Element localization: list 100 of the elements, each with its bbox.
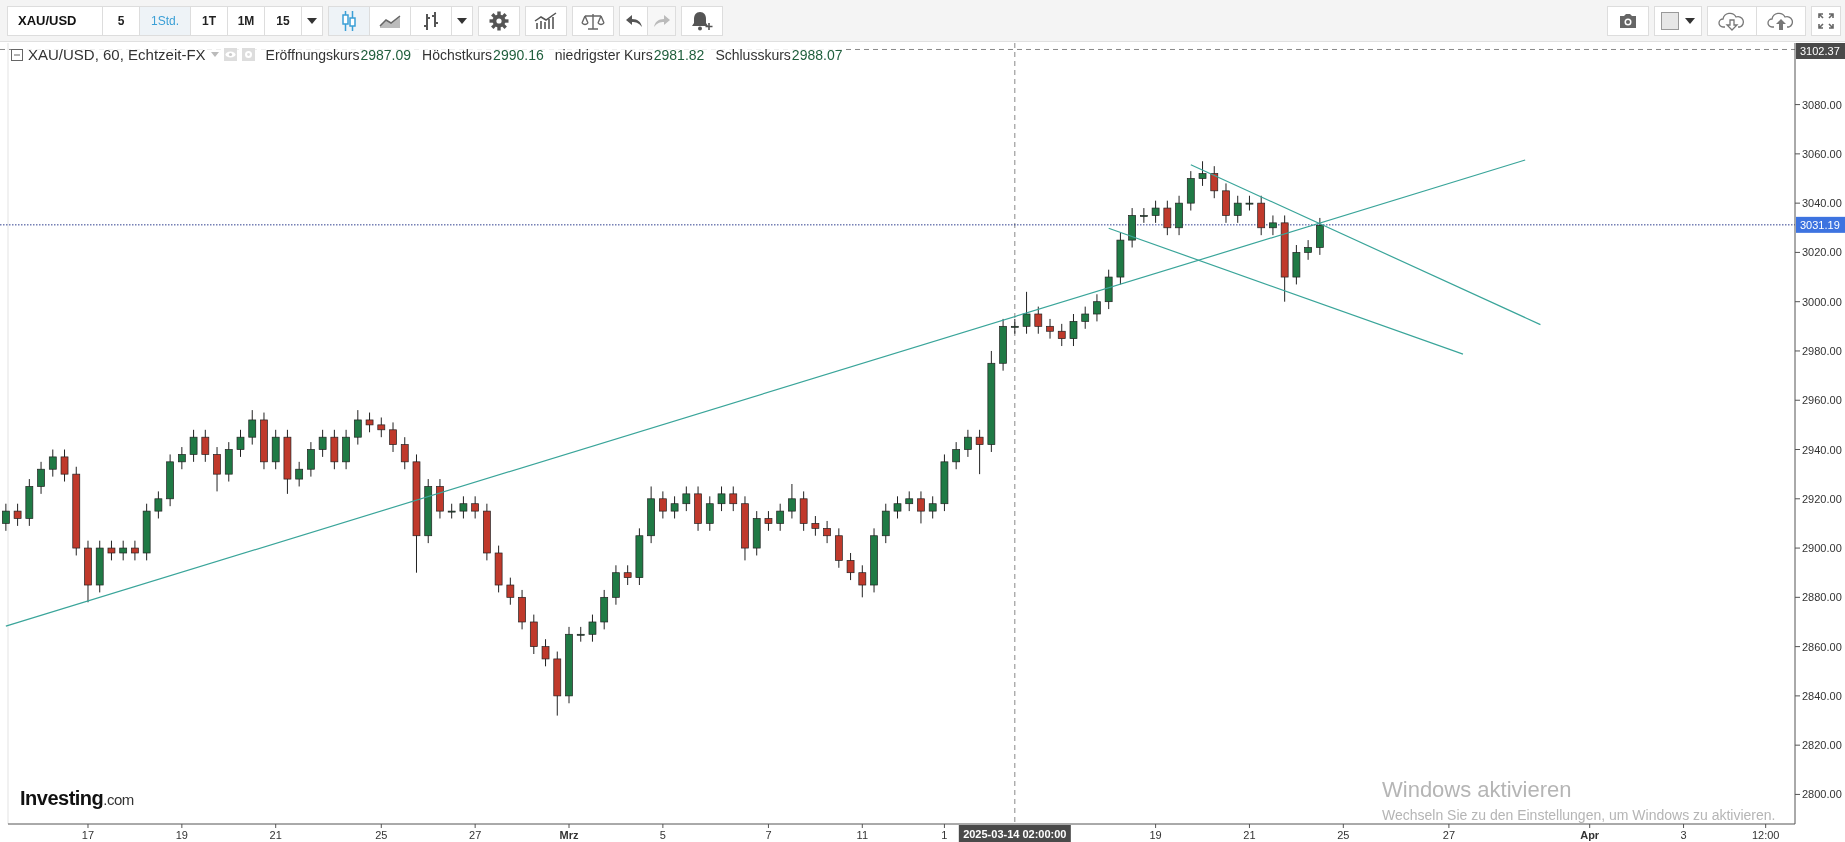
candlestick — [893, 495, 902, 519]
x-axis-label: 3 — [1680, 829, 1687, 841]
candlestick — [1057, 323, 1066, 347]
candlestick — [318, 429, 327, 458]
candlestick — [1069, 313, 1078, 347]
candlestick — [670, 495, 679, 519]
candlestick — [1316, 217, 1324, 256]
candlestick — [178, 446, 186, 470]
legend-title[interactable]: XAU/USD, 60, Echtzeit-FX — [28, 46, 206, 63]
crosshair-price-label: 3102.37 — [1796, 43, 1845, 59]
x-axis-label: 7 — [765, 829, 772, 841]
candlestick — [119, 540, 128, 561]
redo-icon — [652, 13, 671, 28]
candlestick — [1022, 291, 1031, 335]
add-alert-button[interactable] — [681, 5, 723, 36]
candlestick — [365, 412, 374, 433]
trend-line[interactable] — [1190, 164, 1541, 326]
interval-button[interactable]: 5 — [102, 5, 140, 36]
candlestick — [131, 540, 139, 561]
candlestick — [1233, 195, 1242, 224]
candlestick — [37, 461, 45, 495]
x-axis-label: Apr — [1580, 829, 1600, 841]
interval-button[interactable]: 1M — [227, 5, 265, 36]
x-axis-label: 21 — [269, 829, 282, 841]
settings-button[interactable] — [478, 5, 520, 36]
y-axis-label: 2980.00 — [1802, 344, 1842, 357]
activation-title: Windows aktivieren — [1382, 777, 1573, 803]
interval-button[interactable]: 15 — [264, 5, 302, 36]
candlestick — [541, 638, 550, 667]
caret-icon — [1685, 17, 1695, 24]
x-axis-label: 21 — [1243, 829, 1256, 841]
interval-dropdown[interactable] — [301, 5, 323, 36]
ref-line-label: 3031.19 — [1800, 218, 1840, 231]
y-axis-label: 3020.00 — [1802, 246, 1842, 259]
candlestick — [776, 503, 785, 532]
color-picker-button[interactable] — [1654, 5, 1702, 36]
undo-button[interactable] — [619, 5, 648, 36]
save-chart-button[interactable] — [1756, 5, 1806, 36]
caret-icon — [210, 52, 219, 57]
candlestick — [471, 495, 479, 519]
bell-plus-icon — [691, 10, 713, 31]
y-axis-label: 2820.00 — [1802, 739, 1842, 752]
candlestick — [917, 490, 925, 524]
candlestick — [905, 490, 914, 512]
candlestick-button[interactable] — [328, 5, 370, 36]
x-axis-label: 19 — [1149, 829, 1162, 841]
bar-chart-button[interactable] — [410, 5, 452, 36]
cloud-download-icon — [1718, 10, 1746, 31]
candlestick — [705, 495, 714, 532]
y-axis-label: 2860.00 — [1802, 640, 1842, 653]
legend-value: 2990.16 — [493, 46, 544, 63]
chart-style-dropdown[interactable] — [451, 5, 473, 36]
y-axis-label: 2960.00 — [1802, 394, 1842, 407]
load-chart-button[interactable] — [1707, 5, 1757, 36]
y-axis-label: 2900.00 — [1802, 542, 1842, 555]
last-price-label: 3031.19 — [1796, 216, 1845, 233]
candlestick — [295, 461, 304, 487]
y-axis-label: 2800.00 — [1802, 788, 1842, 801]
y-axis-label: 2840.00 — [1802, 689, 1842, 702]
candlestick — [858, 564, 867, 598]
candlestick — [353, 409, 362, 446]
candlestick — [588, 614, 597, 643]
trend-line[interactable] — [5, 159, 1526, 627]
candlestick — [928, 495, 937, 519]
legend-value: 2981.82 — [653, 46, 705, 63]
symbol-field[interactable]: XAU/USD — [7, 5, 103, 36]
camera-icon — [1618, 12, 1638, 29]
indicators-button[interactable] — [525, 5, 567, 36]
fullscreen-button[interactable] — [1811, 5, 1841, 36]
ohlc-bars-icon — [422, 10, 440, 31]
candlestick — [729, 485, 738, 512]
interval-button[interactable]: 1T — [190, 5, 228, 36]
trend-line[interactable] — [1108, 227, 1464, 355]
legend-value: 2988.07 — [791, 46, 843, 63]
y-axis-label: 2940.00 — [1802, 443, 1842, 456]
fullscreen-icon — [1818, 12, 1834, 29]
legend-label: Eröffnungskurs — [265, 46, 360, 63]
cloud-upload-icon — [1767, 10, 1795, 31]
legend-label: Schlusskurs — [715, 46, 791, 63]
compare-button[interactable] — [572, 5, 614, 36]
collapse-icon[interactable] — [11, 48, 23, 61]
line-chart-button[interactable] — [369, 5, 411, 36]
candlestick — [811, 515, 820, 537]
candlestick — [846, 552, 855, 581]
y-axis-label: 3080.00 — [1802, 98, 1842, 111]
y-axis-label: 2880.00 — [1802, 591, 1842, 604]
caret-icon — [457, 17, 467, 24]
candlestick — [1046, 318, 1054, 340]
candlestick — [1140, 207, 1148, 224]
y-axis-label: 3000.00 — [1802, 295, 1842, 308]
x-axis-label: 25 — [375, 829, 388, 841]
x-axis-label: 27 — [469, 829, 482, 841]
y-axis-label: 3060.00 — [1802, 147, 1842, 160]
screenshot-button[interactable] — [1607, 5, 1649, 36]
candlestick — [1304, 239, 1312, 261]
candlestick — [788, 483, 796, 519]
candlestick — [1081, 306, 1090, 330]
candlestick — [506, 577, 515, 606]
crosshair-date-label: 2025-03-14 02:00:00 — [958, 825, 1071, 842]
candlestick — [1034, 306, 1043, 335]
